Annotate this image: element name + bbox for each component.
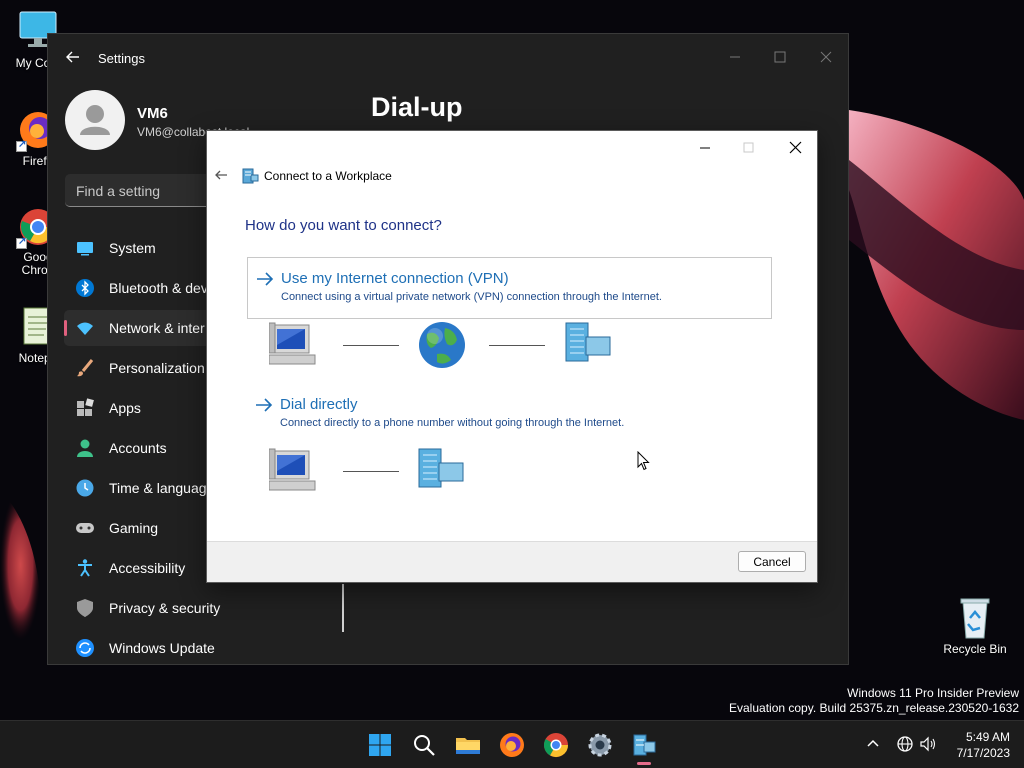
desktop-icon-label: Recycle Bin: [943, 642, 1007, 656]
shortcut-arrow-icon: [16, 139, 27, 152]
bluetooth-icon: [75, 278, 95, 298]
settings-titlebar: Settings: [48, 34, 848, 80]
profile-name: VM6: [137, 105, 168, 122]
file-explorer-icon[interactable]: [452, 729, 484, 761]
selection-indicator: [64, 320, 67, 336]
minimize-button[interactable]: [683, 134, 727, 160]
start-button[interactable]: [364, 729, 396, 761]
connection-line: [489, 345, 545, 346]
sidebar-item-label: Windows Update: [109, 640, 215, 656]
avatar[interactable]: [65, 90, 125, 150]
sidebar-item-label: Accounts: [109, 440, 167, 456]
cancel-button[interactable]: Cancel: [738, 551, 806, 572]
search-icon[interactable]: [408, 729, 440, 761]
system-icon: [75, 238, 95, 258]
shortcut-arrow-icon: [16, 236, 27, 249]
sidebar-item-windows-update[interactable]: Windows Update: [64, 630, 364, 666]
server-building-icon: [417, 447, 467, 496]
option-dial-directly[interactable]: Dial directly Connect directly to a phon…: [247, 384, 772, 446]
dialog-footer: Cancel: [207, 541, 817, 582]
computer-icon: [268, 447, 319, 498]
sidebar-item-label: Apps: [109, 400, 141, 416]
chrome-icon[interactable]: [540, 729, 572, 761]
page-title: Dial-up: [371, 92, 463, 122]
settings-gear-icon[interactable]: [584, 729, 616, 761]
watermark-edition: Windows 11 Pro Insider Preview: [847, 686, 1019, 700]
sidebar-item-label: Network & inter: [109, 320, 205, 336]
clock-time: 5:49 AM: [965, 730, 1010, 744]
option-description: Connect directly to a phone number witho…: [280, 417, 625, 429]
workplace-connection-icon[interactable]: [628, 729, 660, 761]
dialog-question: How do you want to connect?: [245, 217, 442, 234]
option-title: Dial directly: [280, 396, 358, 413]
chevron-up-icon[interactable]: [864, 735, 882, 753]
network-icon: [75, 318, 95, 338]
mouse-cursor-icon: [637, 451, 650, 471]
connect-workplace-dialog: Connect to a Workplace How do you want t…: [206, 130, 818, 583]
sidebar-item-privacy-security[interactable]: Privacy & security: [64, 590, 364, 626]
computer-icon: [268, 321, 319, 372]
connection-line: [343, 471, 399, 472]
sidebar-item-label: System: [109, 240, 156, 256]
server-building-icon: [564, 321, 614, 370]
option-description: Connect using a virtual private network …: [281, 291, 662, 303]
clock-date: 7/17/2023: [956, 746, 1010, 760]
accessibility-icon: [75, 558, 95, 578]
desktop-icon-recycle-bin[interactable]: Recycle Bin: [940, 596, 1010, 656]
sidebar-item-label: Time & languag: [109, 480, 207, 496]
arrow-right-icon: [254, 397, 274, 413]
sidebar-item-label: Privacy & security: [109, 600, 221, 616]
update-icon: [75, 638, 95, 658]
dial-diagram: [268, 445, 629, 499]
vpn-diagram: [268, 319, 629, 375]
minimize-button[interactable]: [720, 42, 750, 72]
shield-icon: [75, 598, 95, 618]
arrow-right-icon: [255, 271, 275, 287]
option-title: Use my Internet connection (VPN): [281, 270, 509, 287]
windows-logo-icon: [369, 734, 391, 756]
divider: [342, 584, 344, 632]
apps-icon: [75, 398, 95, 418]
sidebar-item-label: Gaming: [109, 520, 159, 536]
close-button[interactable]: [811, 42, 841, 72]
close-button[interactable]: [773, 134, 817, 160]
maximize-button[interactable]: [765, 42, 795, 72]
recycle-bin-icon: [953, 596, 997, 640]
option-vpn[interactable]: Use my Internet connection (VPN) Connect…: [247, 257, 772, 319]
search-placeholder: Find a setting: [76, 183, 161, 199]
user-icon: [80, 105, 110, 135]
firefox-icon[interactable]: [496, 729, 528, 761]
time-language-icon: [75, 478, 95, 498]
back-arrow-icon[interactable]: [64, 48, 82, 66]
network-globe-icon[interactable]: [896, 735, 914, 753]
window-title: Settings: [98, 51, 145, 66]
sidebar-item-label: Accessibility: [109, 560, 186, 576]
dialog-title: Connect to a Workplace: [264, 169, 392, 183]
active-app-indicator: [637, 762, 651, 765]
taskbar: 5:49 AM 7/17/2023: [0, 720, 1024, 768]
sidebar-item-label: Bluetooth & dev: [109, 280, 208, 296]
watermark-build: Evaluation copy. Build 25375.zn_release.…: [729, 701, 1019, 715]
back-arrow-icon[interactable]: [213, 167, 229, 183]
workplace-icon: [242, 167, 259, 184]
maximize-button[interactable]: [727, 134, 771, 160]
brush-icon: [75, 358, 95, 378]
globe-icon: [417, 320, 467, 375]
volume-icon[interactable]: [919, 735, 937, 753]
os-watermark: Windows 11 Pro Insider Preview Evaluatio…: [729, 686, 1019, 716]
gaming-icon: [75, 518, 95, 538]
sidebar-item-label: Personalization: [109, 360, 205, 376]
system-clock[interactable]: 5:49 AM 7/17/2023: [957, 729, 1010, 761]
connection-line: [343, 345, 399, 346]
accounts-icon: [75, 438, 95, 458]
